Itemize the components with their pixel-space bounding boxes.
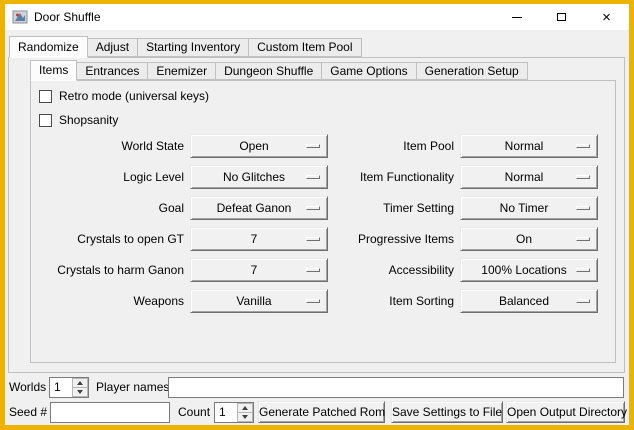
setting-row: Crystals to open GT 7 Progressive Items … xyxy=(31,223,607,254)
titlebar[interactable]: Door Shuffle × xyxy=(5,4,629,30)
accessibility-label: Accessibility xyxy=(328,263,454,277)
seed-input[interactable] xyxy=(50,402,170,423)
maximize-button[interactable] xyxy=(539,4,584,30)
crystals-gt-dropdown[interactable]: 7 xyxy=(190,227,328,251)
setting-row: Crystals to harm Ganon 7 Accessibility 1… xyxy=(31,254,607,285)
randomize-pane: Items Entrances Enemizer Dungeon Shuffle… xyxy=(8,57,625,373)
weapons-dropdown[interactable]: Vanilla xyxy=(190,289,328,313)
tab-custom-item-pool[interactable]: Custom Item Pool xyxy=(248,38,361,57)
progressive-items-dropdown[interactable]: On xyxy=(460,227,598,251)
checkbox-icon xyxy=(39,114,52,127)
worlds-label: Worlds xyxy=(9,377,46,398)
spin-buttons xyxy=(72,378,88,397)
worlds-value: 1 xyxy=(50,378,72,397)
open-output-directory-button[interactable]: Open Output Directory xyxy=(506,401,625,423)
generate-patched-rom-button[interactable]: Generate Patched Rom xyxy=(258,401,385,423)
tab-dungeon-shuffle[interactable]: Dungeon Shuffle xyxy=(215,62,322,80)
crystals-ganon-dropdown[interactable]: 7 xyxy=(190,258,328,282)
dropdown-indicator-icon xyxy=(576,299,590,303)
logic-level-label: Logic Level xyxy=(31,170,184,184)
world-state-dropdown[interactable]: Open xyxy=(190,134,328,158)
secondary-tabs: Items Entrances Enemizer Dungeon Shuffle… xyxy=(30,59,527,80)
maximize-icon xyxy=(557,13,566,21)
spin-buttons xyxy=(237,403,253,422)
setting-row: Goal Defeat Ganon Timer Setting No Timer xyxy=(31,192,607,223)
spin-down-button[interactable] xyxy=(237,413,253,422)
item-functionality-label: Item Functionality xyxy=(328,170,454,184)
tab-items[interactable]: Items xyxy=(30,60,77,81)
retro-mode-checkbox[interactable]: Retro mode (universal keys) xyxy=(39,88,209,104)
minimize-icon xyxy=(512,17,522,18)
dropdown-indicator-icon xyxy=(306,144,320,148)
timer-setting-dropdown[interactable]: No Timer xyxy=(460,196,598,220)
spin-up-button[interactable] xyxy=(72,378,88,388)
tab-enemizer[interactable]: Enemizer xyxy=(147,62,216,80)
checkbox-icon xyxy=(39,90,52,103)
goal-dropdown[interactable]: Defeat Ganon xyxy=(190,196,328,220)
tab-game-options[interactable]: Game Options xyxy=(321,62,416,80)
retro-mode-label: Retro mode (universal keys) xyxy=(59,89,209,103)
dropdown-indicator-icon xyxy=(306,237,320,241)
setting-row: Weapons Vanilla Item Sorting Balanced xyxy=(31,285,607,316)
tab-generation-setup[interactable]: Generation Setup xyxy=(416,62,528,80)
tab-randomize[interactable]: Randomize xyxy=(9,36,88,58)
spin-down-button[interactable] xyxy=(72,388,88,397)
item-sorting-label: Item Sorting xyxy=(328,294,454,308)
timer-setting-label: Timer Setting xyxy=(328,201,454,215)
save-settings-button[interactable]: Save Settings to File xyxy=(391,401,503,423)
logic-level-dropdown[interactable]: No Glitches xyxy=(190,165,328,189)
count-spinbox[interactable]: 1 xyxy=(214,402,254,423)
dropdown-indicator-icon xyxy=(576,175,590,179)
spin-up-button[interactable] xyxy=(237,403,253,413)
goal-label: Goal xyxy=(31,201,184,215)
count-label: Count xyxy=(178,402,210,423)
item-pool-dropdown[interactable]: Normal xyxy=(460,134,598,158)
tab-adjust[interactable]: Adjust xyxy=(87,38,138,57)
worlds-spinbox[interactable]: 1 xyxy=(49,377,89,398)
dropdown-indicator-icon xyxy=(576,206,590,210)
app-window: Door Shuffle × Randomize Adjust Starting… xyxy=(5,4,629,425)
arrow-down-icon xyxy=(77,390,83,394)
world-state-label: World State xyxy=(31,139,184,153)
arrow-up-icon xyxy=(242,406,248,410)
item-functionality-dropdown[interactable]: Normal xyxy=(460,165,598,189)
progressive-items-label: Progressive Items xyxy=(328,232,454,246)
primary-tabs: Randomize Adjust Starting Inventory Cust… xyxy=(9,35,361,57)
seed-label: Seed # xyxy=(9,402,47,423)
accessibility-dropdown[interactable]: 100% Locations xyxy=(460,258,598,282)
setting-row: Logic Level No Glitches Item Functionali… xyxy=(31,161,607,192)
tab-starting-inventory[interactable]: Starting Inventory xyxy=(137,38,249,57)
arrow-up-icon xyxy=(77,381,83,385)
items-pane: Retro mode (universal keys) Shopsanity W… xyxy=(30,80,616,363)
player-names-label: Player names xyxy=(96,377,169,398)
arrow-down-icon xyxy=(242,415,248,419)
dropdown-indicator-icon xyxy=(576,268,590,272)
dropdown-indicator-icon xyxy=(306,268,320,272)
dropdown-indicator-icon xyxy=(576,237,590,241)
shopsanity-checkbox[interactable]: Shopsanity xyxy=(39,112,118,128)
setting-row: World State Open Item Pool Normal xyxy=(31,130,607,161)
crystals-ganon-label: Crystals to harm Ganon xyxy=(31,263,184,277)
dropdown-indicator-icon xyxy=(306,175,320,179)
tab-entrances[interactable]: Entrances xyxy=(76,62,148,80)
client-area: Randomize Adjust Starting Inventory Cust… xyxy=(5,30,629,425)
app-icon xyxy=(12,9,28,25)
item-sorting-dropdown[interactable]: Balanced xyxy=(460,289,598,313)
close-icon: × xyxy=(602,10,611,25)
weapons-label: Weapons xyxy=(31,294,184,308)
crystals-gt-label: Crystals to open GT xyxy=(31,232,184,246)
dropdown-indicator-icon xyxy=(576,144,590,148)
settings-grid: World State Open Item Pool Normal Logic … xyxy=(31,130,607,316)
dropdown-indicator-icon xyxy=(306,206,320,210)
player-names-input[interactable] xyxy=(168,377,624,398)
window-title: Door Shuffle xyxy=(34,10,101,24)
dropdown-indicator-icon xyxy=(306,299,320,303)
item-pool-label: Item Pool xyxy=(328,139,454,153)
count-value: 1 xyxy=(215,403,237,422)
minimize-button[interactable] xyxy=(494,4,539,30)
close-button[interactable]: × xyxy=(584,4,629,30)
shopsanity-label: Shopsanity xyxy=(59,113,118,127)
